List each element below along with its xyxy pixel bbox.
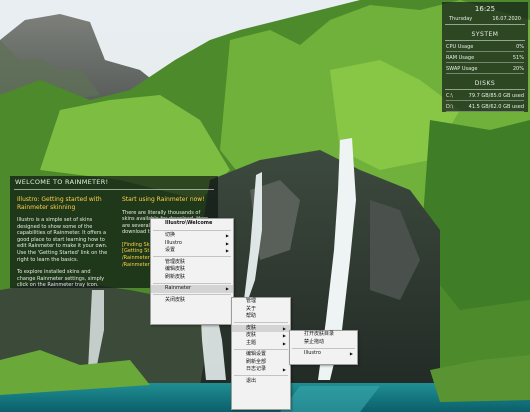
menu-item-skins[interactable]: 皮肤 ▶ — [232, 324, 290, 332]
menu-separator — [153, 282, 231, 284]
menu-header: Illustro\Welcome — [165, 220, 213, 226]
menu-separator — [234, 322, 288, 323]
day-label: Thursday — [449, 16, 473, 22]
menu-item-settings[interactable]: 设置 ▶ — [151, 247, 233, 255]
menu-item-illustro-skin[interactable]: Illustro ▶ — [290, 350, 357, 358]
disk-d-bar — [446, 111, 524, 112]
date-label: 16.07.2020 — [492, 16, 521, 22]
menu-item-logging[interactable]: 日志记录 ▶ — [232, 366, 290, 374]
ram-label: RAM Usage — [446, 55, 475, 61]
menu-item-edit-skin[interactable]: 编辑皮肤 — [151, 266, 233, 274]
skins-submenu[interactable]: 打开皮肤目录 禁止拖动 Illustro ▶ — [289, 330, 358, 365]
disk-d-label: D:\ — [446, 104, 454, 110]
ram-row: RAM Usage 51% — [442, 55, 528, 61]
rainmeter-submenu[interactable]: 管理 关于 帮助 皮肤 ▶ 皮肤 ▶ 主题 ▶ 编辑设置 刷新全部 日志记录 ▶ 退出 — [231, 297, 291, 410]
submenu-arrow-icon: ▶ — [225, 248, 229, 253]
cpu-label: CPU Usage — [446, 44, 474, 50]
submenu-arrow-icon: ▶ — [282, 340, 286, 346]
menu-separator — [153, 229, 231, 231]
welcome-title: WELCOME TO RAINMETER! — [15, 178, 109, 186]
menu-item-toggle[interactable]: 切换 ▶ — [151, 232, 233, 240]
left-heading: Illustro: Getting started with Rainmeter… — [17, 196, 102, 211]
ram-bar — [446, 62, 524, 63]
menu-item-illustro[interactable]: Illustro ▶ — [151, 240, 233, 248]
submenu-arrow-icon: ▶ — [282, 333, 286, 338]
divider — [445, 89, 525, 90]
menu-item-refresh-skin[interactable]: 刷新皮肤 — [151, 274, 233, 282]
swap-label: SWAP Usage — [446, 66, 478, 72]
menu-item-about[interactable]: 关于 — [232, 306, 290, 314]
disk-c-bar — [446, 100, 524, 101]
disk-d-row: D:\ 41.5 GB/62.0 GB used — [442, 104, 528, 110]
right-heading: Start using Rainmeter now! — [122, 196, 205, 203]
cpu-row: CPU Usage 0% — [442, 44, 528, 50]
menu-separator — [234, 375, 288, 376]
divider — [445, 40, 525, 41]
menu-separator — [153, 256, 231, 257]
cpu-bar — [446, 51, 524, 52]
disks-heading: DISKS — [474, 80, 496, 87]
submenu-arrow-icon: ▶ — [282, 367, 286, 372]
menu-item-manage[interactable]: 管理 — [232, 298, 290, 306]
left-paragraph-2: To explore installed skins and change Ra… — [17, 269, 105, 289]
swap-value: 20% — [512, 66, 524, 72]
skin-context-menu[interactable]: Illustro\Welcome 切换 ▶ Illustro ▶ 设置 ▶ 管理皮肤 … — [150, 218, 234, 325]
menu-item-rainmeter[interactable]: Rainmeter ▶ — [151, 285, 233, 293]
menu-item-help[interactable]: 帮助 — [232, 313, 290, 321]
disk-c-value: 79.7 GB/85.0 GB used — [468, 93, 524, 99]
system-monitor-widget[interactable]: 16:25 Thursday 16.07.2020 SYSTEM CPU Usa… — [442, 2, 528, 112]
submenu-arrow-icon: ▶ — [225, 233, 229, 238]
disk-c-label: C:\ — [446, 93, 453, 99]
clock-time: 16:25 — [474, 5, 496, 13]
cpu-value: 0% — [516, 44, 524, 50]
system-heading: SYSTEM — [471, 31, 499, 38]
menu-item-manage-skin[interactable]: 管理皮肤 — [151, 259, 233, 267]
swap-row: SWAP Usage 20% — [442, 66, 528, 72]
menu-item-disable-dragging[interactable]: 禁止拖动 — [290, 339, 357, 347]
menu-item-close-skin[interactable]: 关闭皮肤 — [151, 297, 233, 305]
welcome-left-column: Illustro: Getting started with Rainmeter… — [17, 196, 109, 289]
submenu-arrow-icon: ▶ — [282, 325, 286, 331]
menu-item-exit[interactable]: 退出 — [232, 378, 290, 386]
menu-item-refresh-all[interactable]: 刷新全部 — [232, 359, 290, 367]
ram-value: 51% — [512, 55, 524, 61]
menu-item-edit-settings[interactable]: 编辑设置 — [232, 351, 290, 359]
submenu-arrow-icon: ▶ — [225, 240, 229, 246]
menu-item-skins-2[interactable]: 皮肤 ▶ — [232, 332, 290, 340]
swap-bar — [446, 73, 524, 74]
disk-c-row: C:\ 79.7 GB/85.0 GB used — [442, 93, 528, 99]
menu-separator — [292, 347, 355, 349]
submenu-arrow-icon: ▶ — [225, 286, 229, 291]
left-paragraph-1: Illustro is a simple set of skins design… — [17, 217, 108, 263]
disk-d-value: 41.5 GB/62.0 GB used — [468, 104, 524, 110]
submenu-arrow-icon: ▶ — [349, 351, 353, 356]
date-row: Thursday 16.07.2020 — [445, 13, 525, 25]
menu-item-themes[interactable]: 主题 ▶ — [232, 340, 290, 348]
menu-separator — [234, 348, 288, 350]
divider — [14, 188, 214, 190]
menu-separator — [153, 294, 231, 295]
menu-item-open-skins-folder[interactable]: 打开皮肤目录 — [290, 331, 357, 339]
